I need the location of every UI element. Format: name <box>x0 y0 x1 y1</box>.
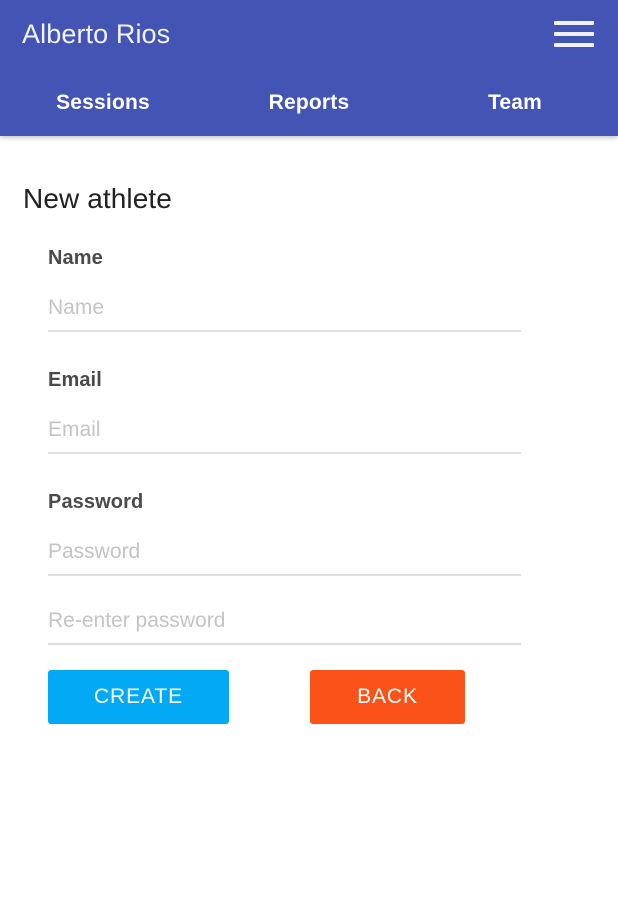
password-input[interactable] <box>48 539 521 576</box>
form-actions: CREATE BACK <box>48 670 521 726</box>
new-athlete-form: Name Email Password <box>48 246 521 645</box>
password-field-label: Password <box>48 491 144 513</box>
page-title: New athlete <box>23 183 172 214</box>
tab-sessions[interactable]: Sessions <box>0 89 206 117</box>
name-field-label: Name <box>48 247 103 269</box>
hamburger-bar-bottom <box>554 43 594 47</box>
app-header-top-row: Alberto Rios <box>0 0 618 68</box>
app-title: Alberto Rios <box>22 19 171 49</box>
email-input[interactable] <box>48 417 521 454</box>
name-input[interactable] <box>48 295 521 332</box>
nav-tabbar: Sessions Reports Team <box>0 78 618 128</box>
hamburger-bar-top <box>554 21 594 25</box>
hamburger-menu-icon[interactable] <box>548 14 600 54</box>
hamburger-bar-middle <box>554 32 594 36</box>
app-header: Alberto Rios Sessions Reports Team <box>0 0 618 136</box>
tab-team[interactable]: Team <box>412 89 618 117</box>
back-button[interactable]: BACK <box>310 670 465 724</box>
confirm-password-input[interactable] <box>48 608 521 645</box>
email-field-label: Email <box>48 369 102 391</box>
app-root: Alberto Rios Sessions Reports Team New a… <box>0 0 618 900</box>
page-content: New athlete Name Email Password CREATE B… <box>0 136 618 900</box>
create-button[interactable]: CREATE <box>48 670 229 724</box>
tab-reports[interactable]: Reports <box>206 89 412 117</box>
